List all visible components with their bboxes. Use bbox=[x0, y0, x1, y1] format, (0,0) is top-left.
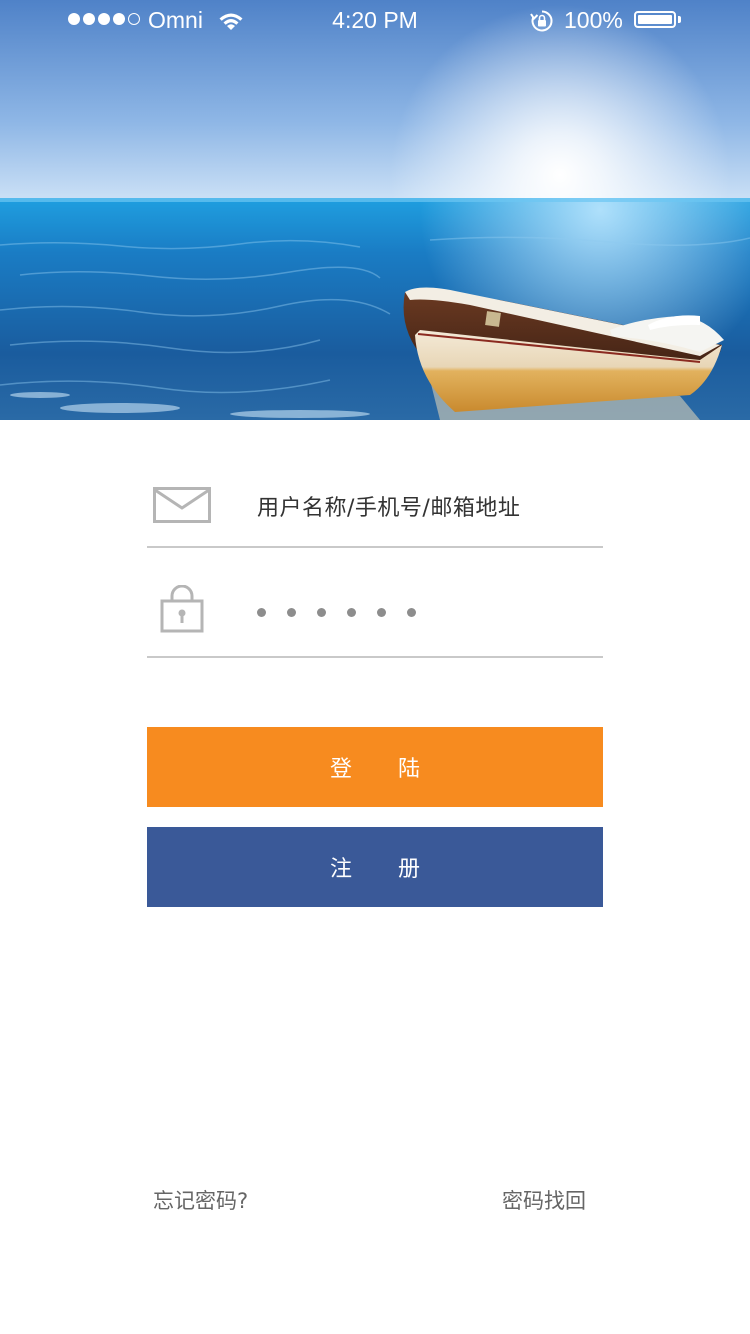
username-divider bbox=[147, 546, 603, 548]
battery-nub bbox=[678, 16, 681, 23]
password-input[interactable] bbox=[257, 608, 416, 617]
password-divider bbox=[147, 656, 603, 658]
recover-password-link[interactable]: 密码找回 bbox=[502, 1185, 586, 1215]
login-button[interactable]: 登陆 bbox=[147, 727, 603, 807]
rotation-lock-icon bbox=[530, 9, 554, 39]
hero-banner bbox=[0, 0, 750, 420]
sea-boat-illustration bbox=[0, 0, 750, 420]
username-input[interactable]: 用户名称/手机号/邮箱地址 bbox=[257, 490, 520, 522]
envelope-icon bbox=[153, 487, 211, 527]
lock-icon bbox=[160, 584, 204, 637]
register-button[interactable]: 注册 bbox=[147, 827, 603, 907]
forgot-password-link[interactable]: 忘记密码? bbox=[153, 1185, 248, 1215]
battery-percentage: 100% bbox=[564, 7, 623, 33]
status-bar: Omni 4:20 PM 100% bbox=[0, 0, 750, 40]
battery-icon bbox=[634, 11, 676, 28]
